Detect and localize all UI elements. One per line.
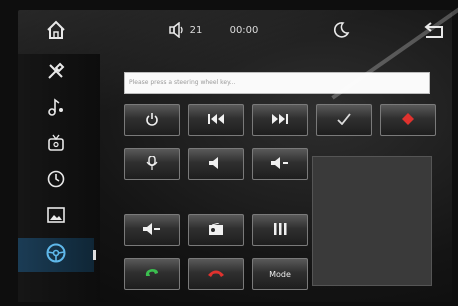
volume-up-key[interactable] xyxy=(188,148,244,180)
home-icon[interactable] xyxy=(44,18,68,42)
phone-hangup-icon xyxy=(207,268,225,280)
microphone-icon xyxy=(146,155,158,172)
reset-key[interactable] xyxy=(380,104,436,136)
sidebar-item-tv[interactable] xyxy=(18,130,94,160)
radio-key[interactable] xyxy=(188,214,244,246)
phone-answer-icon xyxy=(144,267,160,281)
sidebar-item-music[interactable] xyxy=(18,94,94,124)
next-track-key[interactable] xyxy=(252,104,308,136)
head-unit-screen: 21 00:00 Please press a steering wheel k… xyxy=(18,4,458,302)
steering-wheel-icon xyxy=(45,242,67,268)
preview-panel xyxy=(312,156,432,286)
check-icon xyxy=(337,113,351,127)
sidebar-item-tools[interactable] xyxy=(18,58,94,88)
speaker-mute-icon xyxy=(143,223,161,237)
sidebar-item-steering-wheel[interactable] xyxy=(18,238,96,272)
clock-icon xyxy=(46,169,66,193)
prompt-bar: Please press a steering wheel key... xyxy=(124,72,430,94)
equalizer-key[interactable] xyxy=(252,214,308,246)
hang-up-key[interactable] xyxy=(188,258,244,290)
image-icon xyxy=(46,205,66,229)
speaker-minus-icon xyxy=(271,157,289,171)
skip-forward-icon xyxy=(272,114,288,126)
wrench-screwdriver-icon xyxy=(46,61,66,85)
steering-key-panel: Please press a steering wheel key... Mod… xyxy=(122,70,442,294)
sidebar xyxy=(18,54,100,302)
prev-track-key[interactable] xyxy=(188,104,244,136)
speaker-icon xyxy=(209,157,223,171)
moon-icon[interactable] xyxy=(330,18,352,42)
top-bar: 21 00:00 xyxy=(18,10,452,50)
volume-down-key[interactable] xyxy=(252,148,308,180)
voice-key[interactable] xyxy=(124,148,180,180)
radio-icon xyxy=(209,222,223,237)
music-note-icon xyxy=(46,97,66,121)
volume-level: 21 xyxy=(189,24,203,36)
power-icon xyxy=(145,112,159,128)
equalizer-icon xyxy=(273,223,287,237)
confirm-key[interactable] xyxy=(316,104,372,136)
skip-back-icon xyxy=(208,114,224,126)
volume-icon[interactable] xyxy=(168,18,188,42)
mode-key[interactable]: Mode xyxy=(252,258,308,290)
answer-call-key[interactable] xyxy=(124,258,180,290)
red-diamond-icon xyxy=(402,113,414,127)
power-key[interactable] xyxy=(124,104,180,136)
tv-icon xyxy=(46,133,66,157)
sidebar-item-clock[interactable] xyxy=(18,166,94,196)
clock-time: 00:00 xyxy=(229,24,259,36)
active-indicator xyxy=(93,250,96,260)
sidebar-item-gallery[interactable] xyxy=(18,202,94,232)
mute-key[interactable] xyxy=(124,214,180,246)
